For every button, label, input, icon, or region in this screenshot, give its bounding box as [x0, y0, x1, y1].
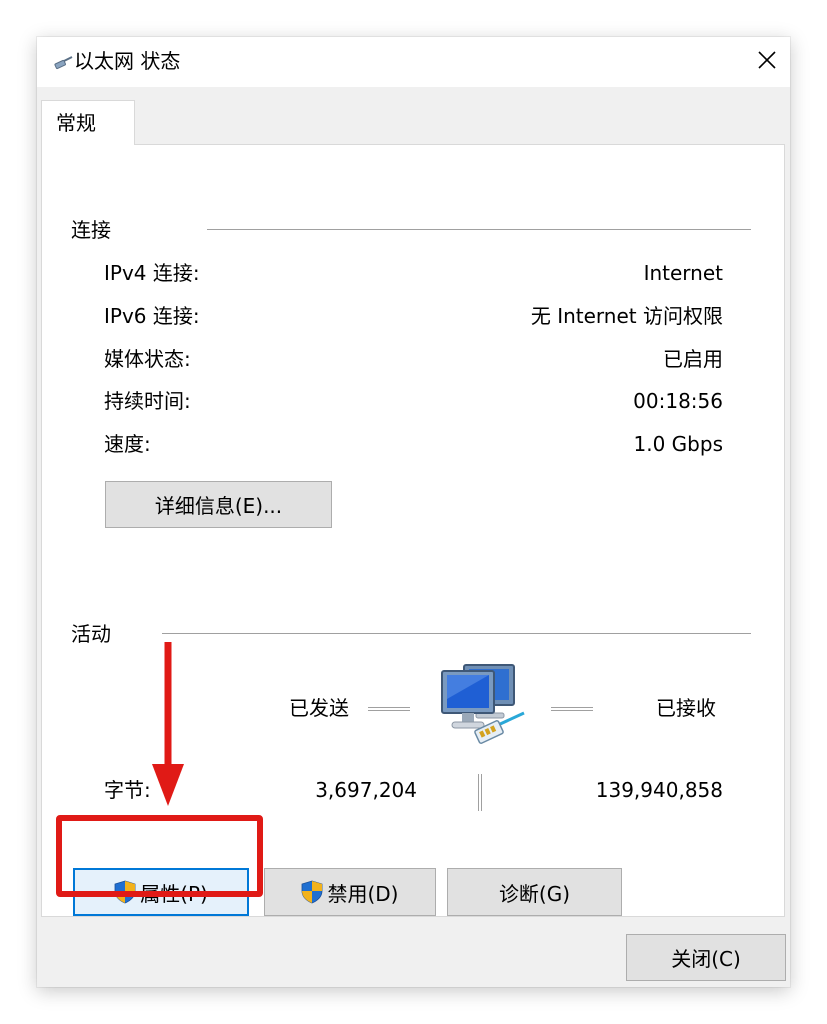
network-computers-icon — [441, 664, 525, 744]
details-button[interactable]: 详细信息(E)... — [105, 481, 332, 528]
ipv6-label: IPv6 连接: — [104, 304, 200, 328]
speed-label: 速度: — [104, 432, 151, 456]
disable-button-label: 禁用(D) — [327, 881, 399, 906]
activity-section-title: 活动 — [71, 622, 111, 646]
tab-general[interactable]: 常规 — [41, 100, 135, 145]
connection-section-title: 连接 — [71, 218, 111, 242]
sent-line — [368, 707, 410, 711]
close-button[interactable]: 关闭(C) — [626, 934, 786, 981]
activity-divider — [162, 633, 751, 634]
media-state-label: 媒体状态: — [104, 347, 191, 371]
bytes-label: 字节: — [104, 778, 151, 802]
ipv6-value: 无 Internet 访问权限 — [530, 304, 723, 328]
ipv4-label: IPv4 连接: — [104, 261, 200, 285]
duration-value: 00:18:56 — [633, 389, 723, 413]
close-icon — [758, 51, 776, 69]
diagnose-button[interactable]: 诊断(G) — [447, 868, 622, 916]
speed-value: 1.0 Gbps — [633, 432, 723, 456]
ipv4-value: Internet — [643, 261, 723, 285]
uac-shield-icon — [302, 880, 323, 904]
tab-general-label: 常规 — [56, 111, 96, 135]
connection-divider — [207, 229, 751, 230]
ethernet-icon — [54, 56, 73, 70]
properties-button[interactable]: 属性(P) — [73, 868, 249, 916]
sent-label: 已发送 — [289, 696, 349, 720]
close-window-button[interactable] — [744, 37, 790, 85]
duration-label: 持续时间: — [104, 389, 191, 413]
title-bar: 以太网 状态 — [37, 37, 790, 87]
received-label: 已接收 — [656, 696, 716, 720]
received-line — [551, 707, 593, 711]
ethernet-status-dialog: 以太网 状态 常规 连接 IPv4 连接: Internet IPv6 连接: … — [37, 37, 790, 987]
bytes-sent-value: 3,697,204 — [315, 778, 417, 802]
uac-shield-icon — [114, 880, 136, 904]
disable-button[interactable]: 禁用(D) — [264, 868, 436, 916]
window-title: 以太网 状态 — [74, 49, 181, 73]
bytes-received-value: 139,940,858 — [595, 778, 723, 802]
media-state-value: 已启用 — [663, 347, 723, 371]
properties-button-label: 属性(P) — [140, 881, 208, 906]
bytes-separator — [478, 774, 482, 811]
arrow-down-icon — [152, 642, 184, 806]
